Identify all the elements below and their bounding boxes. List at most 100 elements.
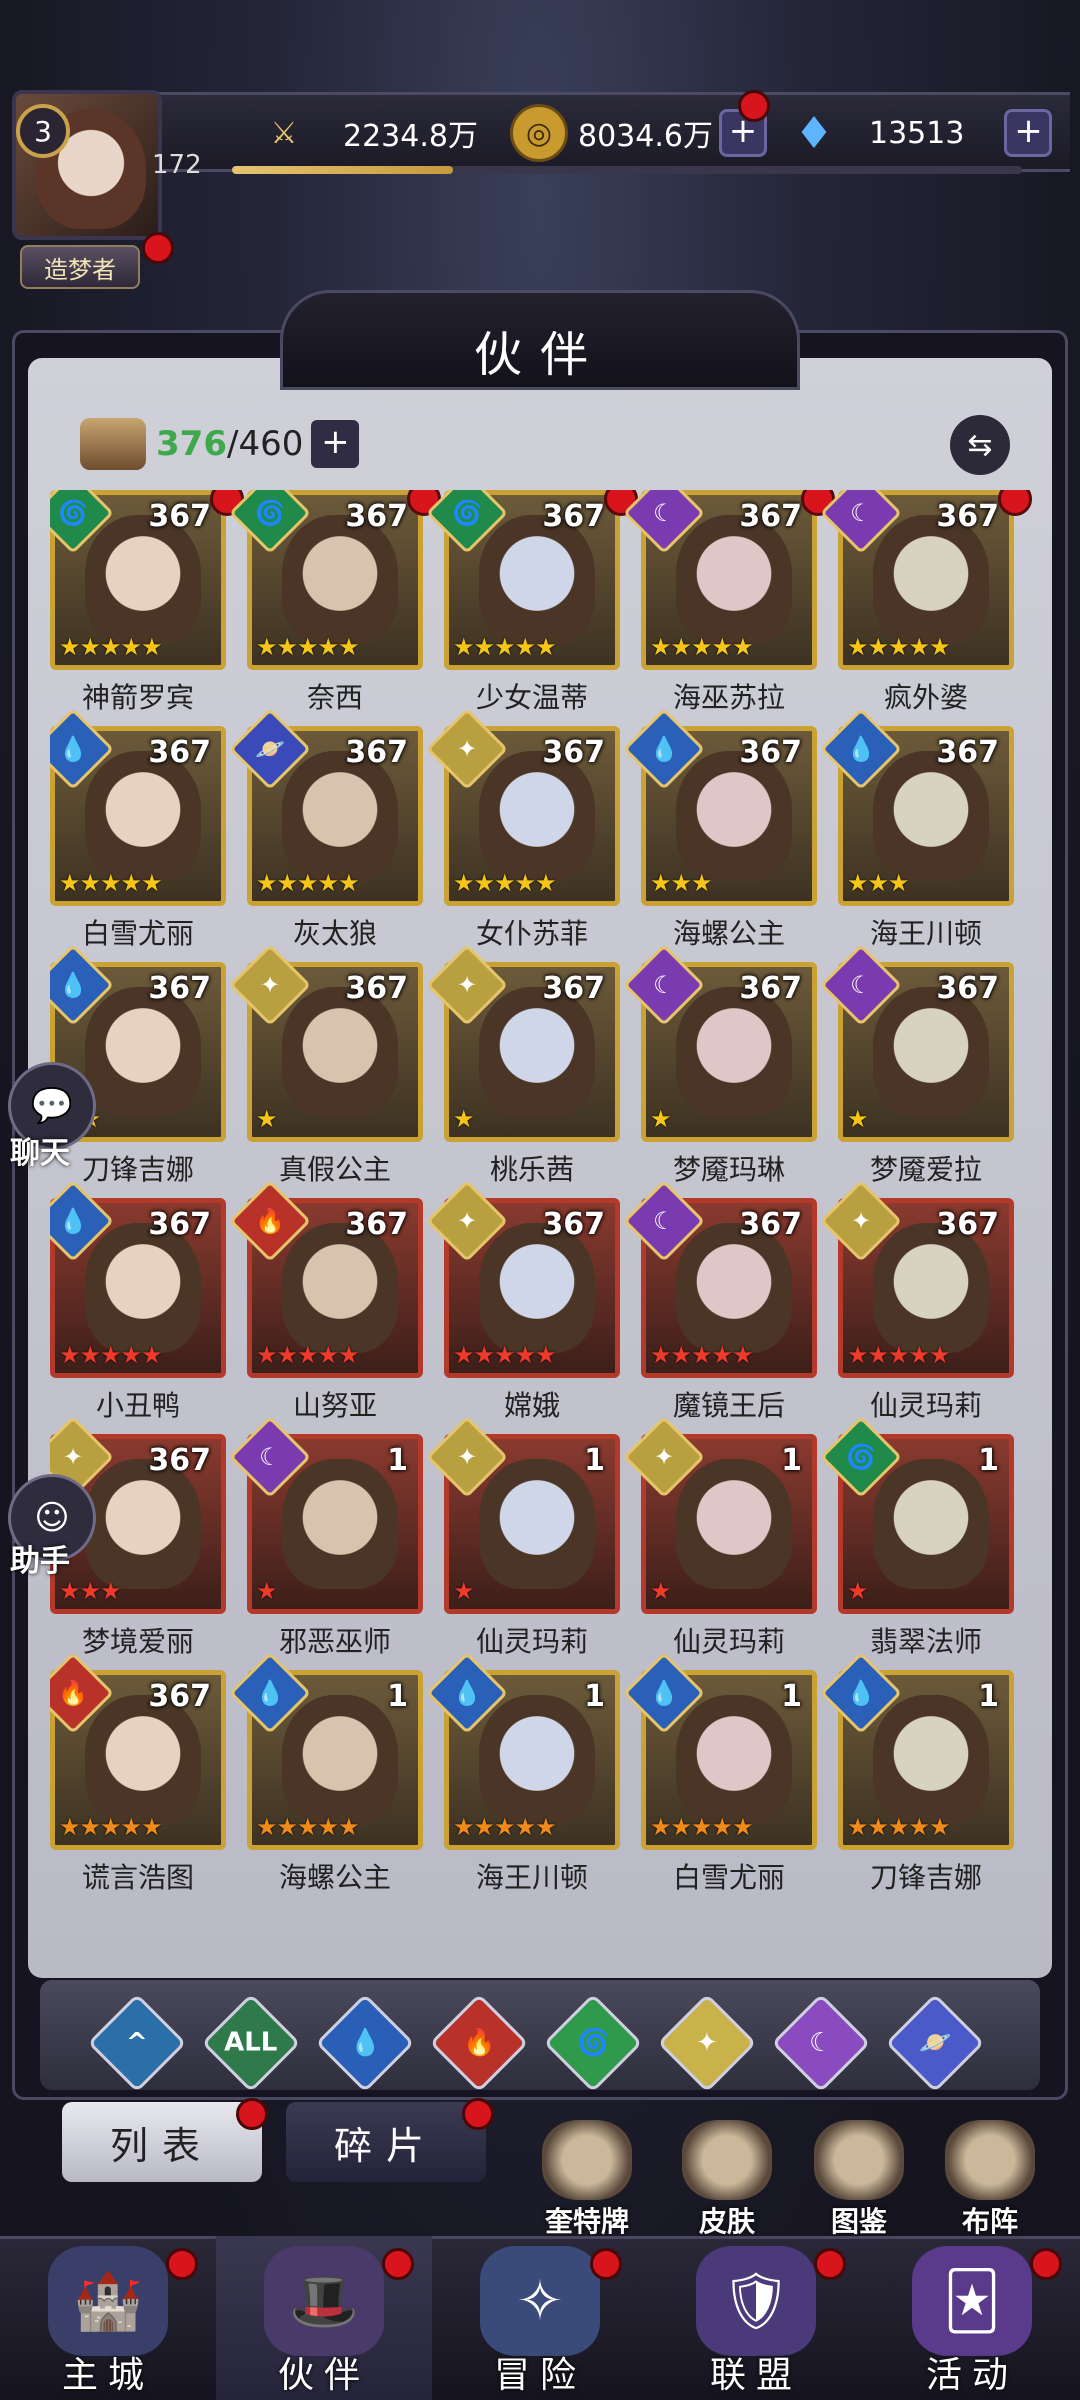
filter-icon: 🔥 — [462, 2028, 496, 2058]
star-icon: ★ — [120, 1341, 142, 1369]
star-icon: ★ — [650, 633, 671, 661]
filter-icon: ☾ — [809, 2028, 833, 2058]
companion-card[interactable]: 367 ★★★★★ 🌀 少女温蒂 — [425, 490, 638, 726]
companion-card[interactable]: 367 ★★★★★ 🔥 谎言浩图 — [50, 1651, 226, 1906]
star-icon: ★ — [141, 1341, 162, 1369]
filter-icon: 🌀 — [576, 2028, 610, 2058]
companion-stars: ★★★★★ — [650, 1341, 754, 1369]
tab-list[interactable]: 列表 — [62, 2102, 262, 2182]
power-display: ⚔ 2234.8万 — [255, 98, 478, 168]
companion-card[interactable]: 367 ★ ✦ 桃乐茜 — [425, 943, 620, 1198]
star-icon: ★ — [100, 633, 121, 661]
companion-card[interactable]: 367 ★★★★★ ✦ 女仆苏菲 — [425, 707, 620, 962]
star-icon: ★ — [100, 1577, 121, 1605]
star-icon: ★ — [453, 1341, 474, 1369]
companion-stars: ★ — [650, 1105, 671, 1133]
companion-level: 1 — [387, 1443, 408, 1478]
cards-button[interactable]: 奎特牌 — [532, 2120, 642, 2240]
swap-icon: ⇆ — [967, 427, 993, 463]
companion-name: 梦魇玛琳 — [672, 1153, 785, 1186]
companion-portrait — [873, 1695, 989, 1825]
companion-level: 1 — [781, 1679, 802, 1714]
companion-card[interactable]: 1 ★ 🌀 翡翠法师 — [819, 1415, 1014, 1670]
star-icon: ★ — [888, 1813, 909, 1841]
companion-card[interactable]: 367 ★★★★★ 🪐 灰太狼 — [228, 707, 423, 962]
companion-card[interactable]: 1 ★ ☾ 邪恶巫师 — [228, 1415, 423, 1670]
companion-portrait — [85, 1459, 201, 1589]
companion-card[interactable]: 1 ★ ✦ 仙灵玛莉 — [622, 1415, 817, 1670]
companion-card[interactable]: 1 ★ ✦ 仙灵玛莉 — [425, 1415, 620, 1670]
companion-name: 仙灵玛莉 — [475, 1625, 588, 1658]
tab-fragments[interactable]: 碎片 — [286, 2102, 486, 2182]
companion-name: 梦魇爱拉 — [869, 1153, 982, 1186]
cards-label: 奎特牌 — [544, 2205, 629, 2238]
sword-icon: ⚔ — [270, 115, 298, 151]
companion-stars: ★ — [453, 1577, 474, 1605]
skins-label: 皮肤 — [698, 2205, 755, 2238]
filter-icon: 🪐 — [918, 2028, 952, 2058]
card-deck-icon — [542, 2120, 632, 2200]
star-icon: ★ — [59, 1341, 80, 1369]
companion-card[interactable]: 1 ★★★★★ 💧 海螺公主 — [228, 1651, 423, 1906]
star-icon: ★ — [59, 1813, 80, 1841]
companion-card[interactable]: 367 ★ ✦ 真假公主 — [228, 943, 423, 1198]
star-icon: ★ — [141, 869, 162, 897]
companion-level: 1 — [387, 1679, 408, 1714]
add-diamond-button[interactable]: + — [1004, 109, 1053, 157]
companion-card[interactable]: 1 ★★★★★ 💧 白雪尤丽 — [622, 1651, 817, 1906]
companion-card[interactable]: 367 ★★★★★ ☾ 海巫苏拉 — [622, 490, 835, 726]
formation-button[interactable]: 布阵 — [935, 2120, 1045, 2240]
filter-icon: ALL — [224, 2027, 278, 2058]
companion-card[interactable]: 367 ★★★★★ 🌀 奈西 — [228, 490, 441, 726]
star-icon: ★ — [317, 1341, 339, 1369]
companion-stars: ★★★★★ — [650, 1813, 754, 1841]
star-icon: ★ — [847, 869, 868, 897]
companion-card[interactable]: 1 ★★★★★ 💧 刀锋吉娜 — [819, 1651, 1014, 1906]
nav-events-label: 活动 — [925, 2355, 1018, 2396]
companion-portrait — [676, 515, 792, 645]
filter-icon: ^ — [126, 2027, 148, 2058]
companion-card[interactable]: 367 ★★★★★ ☾ 魔镜王后 — [622, 1179, 817, 1434]
star-icon: ★ — [908, 1813, 930, 1841]
star-icon: ★ — [670, 1341, 692, 1369]
companion-card[interactable]: 367 ★★★ 💧 海王川顿 — [819, 707, 1014, 962]
companion-level: 367 — [148, 971, 211, 1006]
star-icon: ★ — [535, 633, 556, 661]
filter-icon: 💧 — [348, 2028, 382, 2058]
companion-stars: ★★★★★ — [59, 1341, 163, 1369]
star-icon: ★ — [732, 1813, 753, 1841]
wizard-hat-icon: 🎩 — [264, 2246, 384, 2356]
companion-card[interactable]: 367 ★★★★★ 💧 白雪尤丽 — [50, 707, 226, 962]
skins-button[interactable]: 皮肤 — [672, 2120, 782, 2240]
companion-portrait — [85, 751, 201, 881]
companion-card[interactable]: 367 ★★★★★ 🌀 神箭罗宾 — [50, 490, 244, 726]
companion-card[interactable]: 1 ★★★★★ 💧 海王川顿 — [425, 1651, 620, 1906]
companion-card[interactable]: 367 ★★★★★ 💧 小丑鸭 — [50, 1179, 226, 1434]
companion-card[interactable]: 367 ★★★★★ ✦ 仙灵玛莉 — [819, 1179, 1014, 1434]
star-icon: ★ — [650, 1341, 671, 1369]
companion-card[interactable]: 367 ★★★★★ ☾ 疯外婆 — [819, 490, 1032, 726]
star-icon: ★ — [847, 1577, 868, 1605]
companion-portrait — [85, 1695, 201, 1825]
companion-stars: ★★★★★ — [453, 869, 557, 897]
companion-card[interactable]: 367 ★★★ 💧 海螺公主 — [622, 707, 817, 962]
star-icon: ★ — [317, 1813, 339, 1841]
companion-card[interactable]: 367 ★ ☾ 梦魇爱拉 — [819, 943, 1014, 1198]
companion-portrait — [676, 1695, 792, 1825]
title-badge[interactable]: 造梦者 — [20, 245, 140, 289]
sort-toggle-button[interactable]: ⇆ — [950, 415, 1010, 475]
companion-portrait — [282, 987, 398, 1117]
companion-portrait — [479, 987, 595, 1117]
codex-button[interactable]: 图鉴 — [804, 2120, 914, 2240]
companion-name: 白雪尤丽 — [672, 1861, 785, 1894]
star-icon: ★ — [514, 1813, 536, 1841]
companion-stars: ★★★★★ — [453, 1813, 557, 1841]
player-avatar[interactable]: 3 — [12, 90, 162, 240]
companion-card[interactable]: 367 ★ ☾ 梦魇玛琳 — [622, 943, 817, 1198]
star-icon: ★ — [691, 1341, 712, 1369]
companion-card[interactable]: 367 ★★★★★ 🔥 山努亚 — [228, 1179, 423, 1434]
companion-level: 367 — [345, 735, 408, 770]
companion-level: 367 — [148, 735, 211, 770]
expand-capacity-button[interactable]: + — [311, 420, 360, 468]
companion-card[interactable]: 367 ★★★★★ ✦ 嫦娥 — [425, 1179, 620, 1434]
